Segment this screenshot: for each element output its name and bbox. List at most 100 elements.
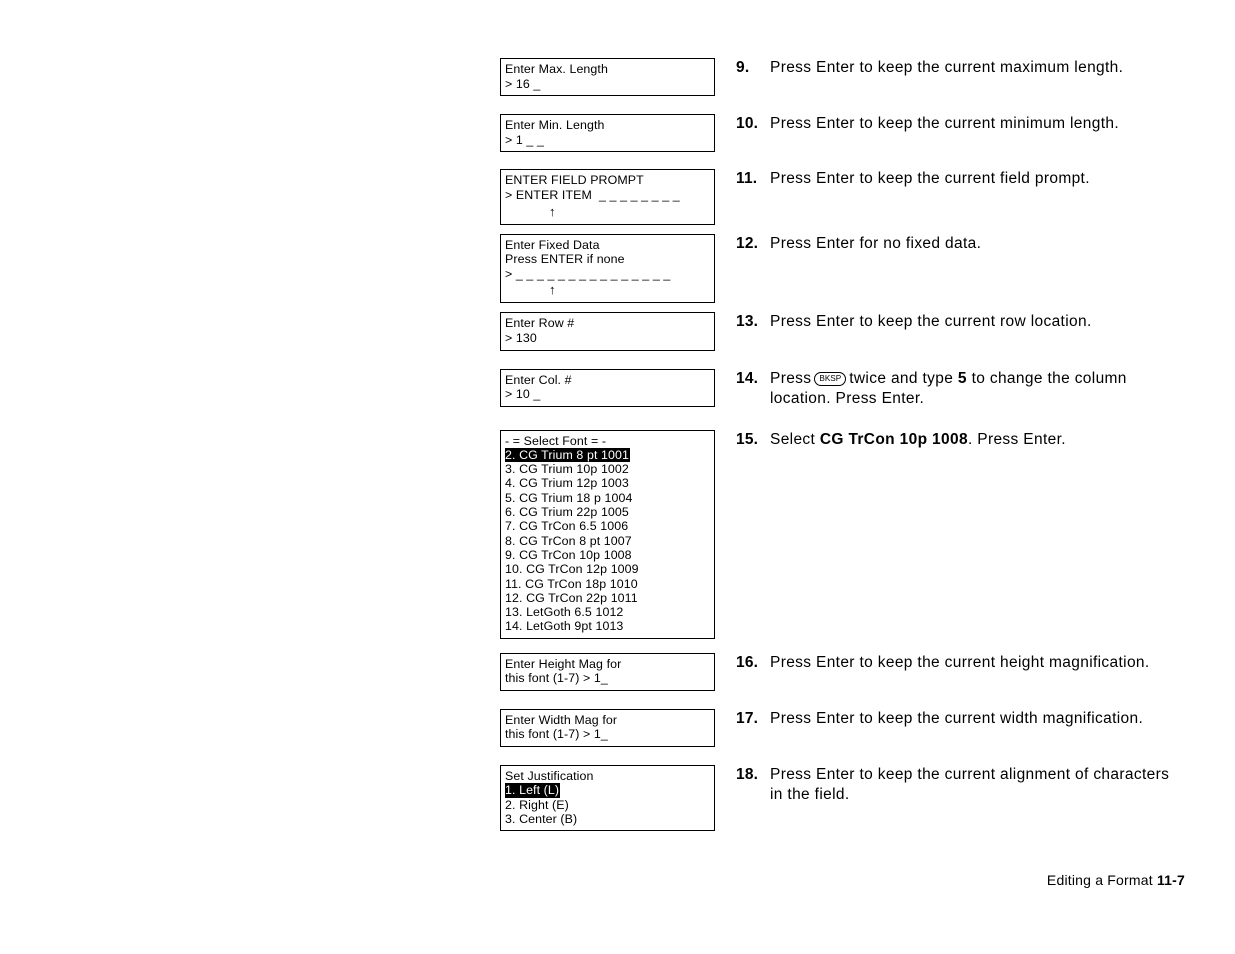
lcd-line: > 16 _ bbox=[505, 76, 541, 91]
lcd-col-17: Enter Width Mag for this font (1-7) > 1_ bbox=[500, 708, 716, 748]
lcd-line: Press ENTER if none bbox=[505, 252, 625, 267]
step-text-part: twice and type bbox=[849, 369, 954, 387]
lcd-menu-item[interactable]: 8. CG TrCon 8 pt 1007 bbox=[505, 534, 710, 548]
step-text-part: Select bbox=[770, 430, 816, 448]
lcd-line: this font (1-7) > 1_ bbox=[505, 671, 608, 686]
lcd-col-13: Enter Row # > 130 bbox=[500, 312, 716, 351]
step-row-14: Enter Col. # > 10 _ 14. Press BKSP twice a… bbox=[500, 368, 1180, 409]
lcd-menu-item[interactable]: 3. CG Trium 10p 1002 bbox=[505, 462, 710, 476]
bksp-key-icon: BKSP bbox=[814, 371, 847, 386]
step-text: Press Enter for no fixed data. bbox=[770, 234, 982, 252]
lcd-set-justification: Set Justification 1. Left (L) 2. Right (E… bbox=[500, 765, 715, 832]
lcd-line: Enter Min. Length bbox=[505, 118, 605, 133]
lcd-col-16: Enter Height Mag for this font (1-7) > 1… bbox=[500, 652, 716, 691]
font-list: 2. CG Trium 8 pt 1001 3. CG Trium 10p 100… bbox=[505, 447, 710, 634]
footer-section-label: Editing a Format bbox=[1046, 872, 1153, 888]
step-text-part: . Press Enter. bbox=[967, 430, 1066, 448]
lcd-line: Enter Row # bbox=[505, 316, 575, 331]
lcd-enter-col-number: Enter Col. # > 10 _ bbox=[500, 368, 715, 407]
step-number: 12. bbox=[736, 234, 759, 252]
instr-col-10: 10. Press Enter to keep the current mini… bbox=[716, 114, 1180, 134]
lcd-col-18: Set Justification 1. Left (L) 2. Right (E… bbox=[500, 765, 716, 832]
step-row-9: Enter Max. Length > 16 _ 9. Press Enter … bbox=[500, 58, 1180, 97]
lcd-col-15: - = Select Font = - 2. CG Trium 8 pt 100… bbox=[500, 429, 716, 639]
lcd-menu-item-selected[interactable]: 2. CG Trium 8 pt 1001 bbox=[505, 447, 630, 463]
lcd-menu-item[interactable]: 4. CG Trium 12p 1003 bbox=[505, 476, 710, 490]
lcd-menu-item[interactable]: 9. CG TrCon 10p 1008 bbox=[505, 548, 710, 562]
document-page: Enter Max. Length > 16 _ 9. Press Enter … bbox=[0, 0, 1235, 954]
step-text: Press Enter to keep the current minimum … bbox=[770, 115, 1119, 133]
step-text-part: Press bbox=[770, 369, 812, 387]
instr-col-11: 11. Press Enter to keep the current fiel… bbox=[716, 169, 1180, 189]
step-text: Press Enter to keep the current row loca… bbox=[770, 313, 1092, 331]
step-row-18: Set Justification 1. Left (L) 2. Right (E… bbox=[500, 765, 1180, 832]
lcd-select-font: - = Select Font = - 2. CG Trium 8 pt 100… bbox=[500, 429, 715, 639]
lcd-menu-item[interactable]: 12. CG TrCon 22p 1011 bbox=[505, 591, 710, 605]
lcd-enter-row-number: Enter Row # > 130 bbox=[500, 312, 715, 351]
step-text: Press Enter to keep the current width ma… bbox=[770, 709, 1144, 727]
lcd-col-12: Enter Fixed Data Press ENTER if none > _… bbox=[500, 233, 716, 304]
steps-container: Enter Max. Length > 16 _ 9. Press Enter … bbox=[500, 58, 1180, 832]
cursor-up-arrow-icon: ↑ bbox=[549, 282, 556, 298]
lcd-line: > _ _ _ _ _ _ _ _ _ _ _ _ _ _ _ bbox=[505, 266, 671, 281]
lcd-menu-item[interactable]: 14. LetGoth 9pt 1013 bbox=[505, 619, 710, 633]
lcd-col-14: Enter Col. # > 10 _ bbox=[500, 368, 716, 407]
footer-page-number: 11-7 bbox=[1156, 872, 1185, 888]
step-number: 15. bbox=[736, 430, 759, 448]
lcd-line: Enter Fixed Data bbox=[505, 237, 600, 252]
step-text: Press Enter to keep the current field pr… bbox=[770, 170, 1090, 188]
instr-col-14: 14. Press BKSP twice and type 5 to change … bbox=[716, 369, 1180, 409]
instr-col-18: 18. Press Enter to keep the current alig… bbox=[716, 765, 1180, 805]
step-number: 14. bbox=[736, 369, 759, 387]
lcd-line: Enter Height Mag for bbox=[505, 656, 622, 671]
lcd-menu-item[interactable]: 6. CG Trium 22p 1005 bbox=[505, 505, 710, 519]
step-number: 13. bbox=[736, 313, 759, 331]
lcd-line: ENTER FIELD PROMPT bbox=[505, 173, 644, 188]
step-number: 18. bbox=[736, 766, 759, 784]
lcd-col-10: Enter Min. Length > 1 _ _ bbox=[500, 114, 716, 153]
step-text: Press Enter to keep the current height m… bbox=[770, 653, 1150, 671]
lcd-menu-item[interactable]: 10. CG TrCon 12p 1009 bbox=[505, 562, 710, 576]
lcd-line: > 1 _ _ bbox=[505, 132, 544, 147]
step-number: 16. bbox=[736, 653, 759, 671]
lcd-line: > 130 bbox=[505, 330, 537, 345]
lcd-menu-item[interactable]: 3. Center (B) bbox=[505, 812, 710, 826]
lcd-menu-item[interactable]: 7. CG TrCon 6.5 1006 bbox=[505, 519, 710, 533]
step-text: Press BKSP twice and type 5 to change the … bbox=[770, 369, 1170, 409]
lcd-menu-header: - = Select Font = - bbox=[505, 433, 607, 448]
lcd-menu-item[interactable]: 1. Left (L) bbox=[505, 783, 710, 798]
step-number: 10. bbox=[736, 115, 759, 133]
step-row-16: Enter Height Mag for this font (1-7) > 1… bbox=[500, 652, 1180, 691]
lcd-line: > 10 _ bbox=[505, 387, 541, 402]
step-row-11: ENTER FIELD PROMPT > ENTER ITEM _ _ _ _ … bbox=[500, 169, 1180, 225]
instr-col-17: 17. Press Enter to keep the current widt… bbox=[716, 709, 1180, 729]
lcd-col-9: Enter Max. Length > 16 _ bbox=[500, 58, 716, 97]
step-text-emphasis: 5 bbox=[957, 369, 967, 387]
instr-col-13: 13. Press Enter to keep the current row … bbox=[716, 312, 1180, 332]
step-row-15: - = Select Font = - 2. CG Trium 8 pt 100… bbox=[500, 429, 1180, 639]
step-row-17: Enter Width Mag for this font (1-7) > 1_… bbox=[500, 708, 1180, 748]
lcd-menu-item[interactable]: 13. LetGoth 6.5 1012 bbox=[505, 605, 710, 619]
instr-col-16: 16. Press Enter to keep the current heig… bbox=[716, 653, 1180, 673]
step-row-10: Enter Min. Length > 1 _ _ 10. Press Ente… bbox=[500, 114, 1180, 153]
lcd-enter-max-length: Enter Max. Length > 16 _ bbox=[500, 58, 715, 97]
lcd-enter-field-prompt: ENTER FIELD PROMPT > ENTER ITEM _ _ _ _ … bbox=[500, 169, 715, 225]
instr-col-12: 12. Press Enter for no fixed data. bbox=[716, 234, 1180, 254]
step-row-12: Enter Fixed Data Press ENTER if none > _… bbox=[500, 233, 1180, 304]
lcd-line: Enter Width Mag for bbox=[505, 712, 618, 727]
step-number: 9. bbox=[736, 59, 750, 76]
lcd-line: > ENTER ITEM _ _ _ _ _ _ _ _ bbox=[505, 187, 680, 202]
lcd-menu-item[interactable]: 11. CG TrCon 18p 1010 bbox=[505, 577, 710, 591]
lcd-enter-fixed-data: Enter Fixed Data Press ENTER if none > _… bbox=[500, 233, 715, 304]
lcd-enter-width-mag: Enter Width Mag for this font (1-7) > 1_ bbox=[500, 708, 715, 748]
cursor-up-arrow-icon: ↑ bbox=[549, 203, 556, 219]
lcd-menu-item[interactable]: 5. CG Trium 18 p 1004 bbox=[505, 491, 710, 505]
lcd-menu-item[interactable]: 2. Right (E) bbox=[505, 798, 710, 812]
step-text: Press Enter to keep the current alignmen… bbox=[770, 766, 1170, 804]
step-number: 11. bbox=[736, 170, 758, 188]
instr-col-15: 15. Select CG TrCon 10p 1008. Press Ente… bbox=[716, 430, 1180, 450]
lcd-line: this font (1-7) > 1_ bbox=[505, 727, 608, 742]
lcd-menu-header: Set Justification bbox=[505, 769, 594, 784]
lcd-menu-item[interactable]: 2. CG Trium 8 pt 1001 bbox=[505, 447, 710, 463]
lcd-menu-item-selected[interactable]: 1. Left (L) bbox=[505, 783, 561, 798]
